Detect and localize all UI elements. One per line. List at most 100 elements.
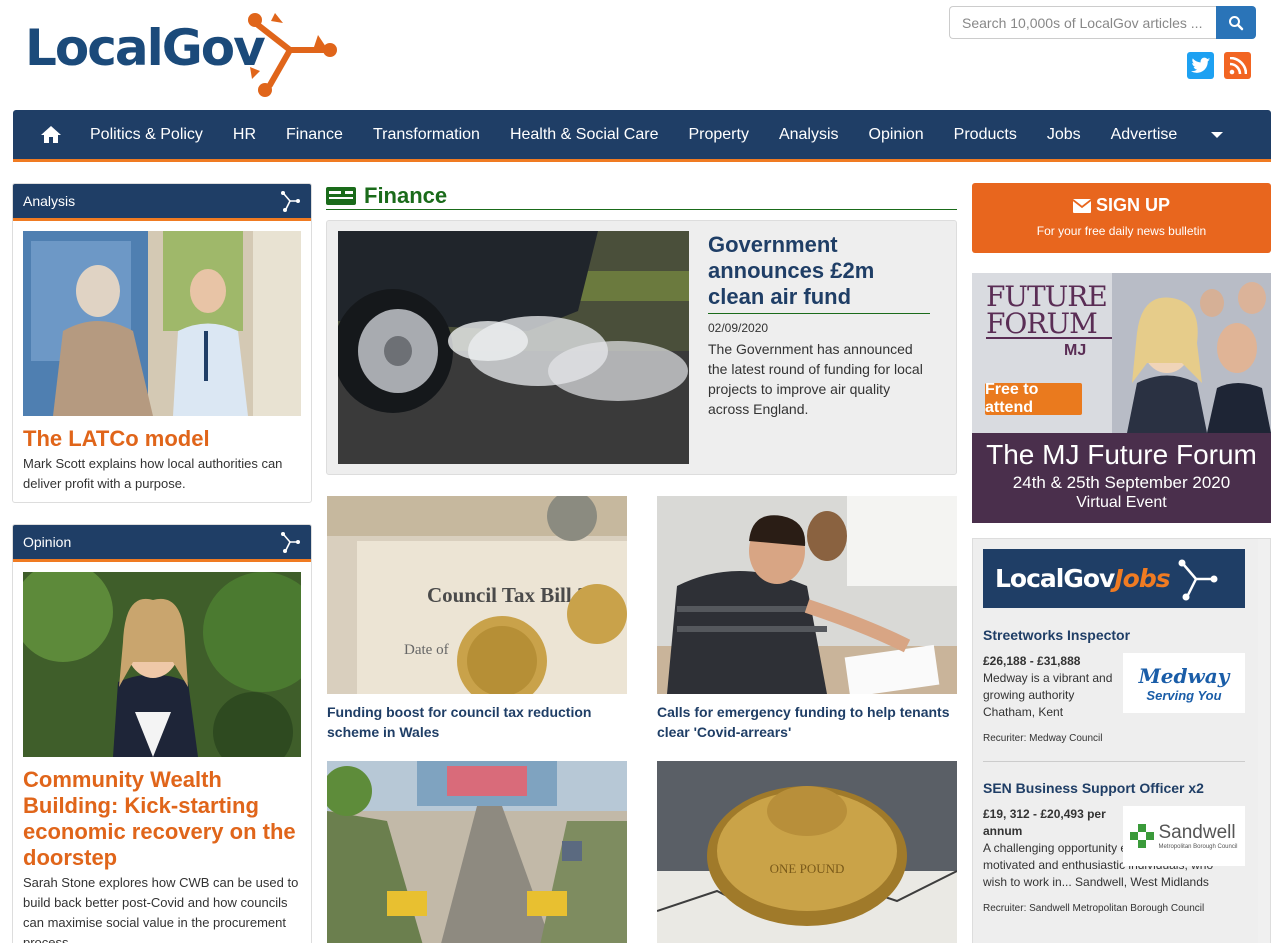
job-listing: Streetworks Inspector Medway Serving You… bbox=[983, 627, 1245, 744]
article-tile-image[interactable]: Council Tax Bill 20 Date of bbox=[327, 496, 627, 694]
signup-title-label: SIGN UP bbox=[1095, 195, 1170, 215]
job-recruiter: Recuriter: Medway Council bbox=[983, 733, 1103, 744]
ad-audience-image bbox=[1112, 273, 1271, 433]
featured-article-date: 02/09/2020 bbox=[708, 321, 769, 335]
opinion-title[interactable]: Community Wealth Building: Kick-starting… bbox=[23, 767, 301, 871]
analysis-image[interactable] bbox=[23, 231, 301, 416]
ad-event-name: The MJ Future Forum bbox=[986, 439, 1257, 470]
jobs-logo-main: LocalGov bbox=[995, 564, 1115, 593]
analysis-card-header-label: Analysis bbox=[23, 193, 76, 209]
logo-mark-icon bbox=[1178, 559, 1218, 600]
home-icon bbox=[41, 126, 61, 143]
article-tile: Council Tax Bill 20 Date of Funding boos… bbox=[327, 496, 627, 742]
nav-politics-policy[interactable]: Politics & Policy bbox=[90, 126, 203, 144]
opinion-image[interactable] bbox=[23, 572, 301, 757]
signup-button[interactable]: SIGN UP For your free daily news bulleti… bbox=[972, 183, 1271, 253]
analysis-card-header[interactable]: Analysis bbox=[13, 184, 311, 221]
ad-event-dates: 24th & 25th September 2020 bbox=[1012, 473, 1231, 492]
twitter-link[interactable] bbox=[1187, 52, 1214, 79]
ad-free-to-attend: Free to attend bbox=[985, 381, 1082, 416]
nav-hr[interactable]: HR bbox=[233, 126, 256, 144]
nav-health-social-care[interactable]: Health & Social Care bbox=[510, 126, 659, 144]
svg-text:Date of: Date of bbox=[404, 642, 449, 658]
job-recruiter: Recruiter: Sandwell Metropolitan Borough… bbox=[983, 903, 1205, 914]
logo-mark-small-icon bbox=[281, 532, 300, 553]
ad-future-forum-logo: FUTURE FORUM bbox=[986, 280, 1108, 340]
opinion-card-header[interactable]: Opinion bbox=[13, 525, 311, 562]
analysis-desc: Mark Scott explains how local authoritie… bbox=[23, 456, 283, 491]
search-icon bbox=[1229, 15, 1244, 30]
ad-top-panel: FUTURE FORUM MJ Free to attend bbox=[972, 273, 1271, 433]
opinion-card: Opinion Community Wealth Building: Kick-… bbox=[12, 524, 312, 943]
money-icon bbox=[326, 187, 356, 205]
medway-logo-tagline: Serving You bbox=[1146, 687, 1222, 703]
ad-bottom-panel: The MJ Future Forum 24th & 25th Septembe… bbox=[972, 433, 1271, 523]
finance-section-title[interactable]: Finance bbox=[364, 183, 447, 209]
nav-more-chevron-down-icon[interactable] bbox=[1211, 131, 1224, 138]
sandwell-logo-sub: Metropolitan Borough Council bbox=[1158, 844, 1238, 850]
signup-subtitle: For your free daily news bulletin bbox=[1036, 224, 1207, 238]
medway-logo-text: Medway bbox=[1138, 663, 1230, 688]
featured-article-title[interactable]: Government announces £2m clean air fund bbox=[708, 232, 930, 314]
nav-transformation[interactable]: Transformation bbox=[373, 126, 480, 144]
ad-event-type: Virtual Event bbox=[1076, 494, 1167, 511]
logo-mark-icon bbox=[248, 13, 337, 97]
nav-home[interactable] bbox=[41, 125, 63, 145]
job-title[interactable]: SEN Business Support Officer x2 bbox=[983, 780, 1245, 796]
article-tile: ONE POUND bbox=[657, 761, 957, 943]
nav-opinion[interactable]: Opinion bbox=[869, 126, 924, 144]
search-bar bbox=[949, 6, 1256, 39]
signup-title: SIGN UP bbox=[972, 195, 1271, 216]
logo-mark-small-icon bbox=[281, 191, 300, 212]
rss-icon bbox=[1229, 56, 1247, 74]
ad-mj-brand: MJ bbox=[1064, 342, 1087, 359]
future-forum-ad[interactable]: FUTURE FORUM MJ Free to attend The MJ Fu… bbox=[972, 273, 1271, 523]
analysis-title[interactable]: The LATCo model bbox=[23, 426, 301, 452]
jobs-logo-text: LocalGovJobs bbox=[995, 564, 1171, 593]
logo-text: LocalGov bbox=[25, 19, 266, 77]
ad-line1: FUTURE bbox=[986, 280, 1108, 313]
nav-advertise[interactable]: Advertise bbox=[1111, 126, 1178, 144]
article-tile: Calls for emergency funding to help tena… bbox=[657, 496, 957, 742]
nav-analysis[interactable]: Analysis bbox=[779, 126, 839, 144]
article-tile-image[interactable]: ONE POUND bbox=[657, 761, 957, 943]
jobs-scrollbar[interactable] bbox=[1258, 539, 1270, 943]
recruiter-logo-medway[interactable]: Medway Serving You bbox=[1123, 653, 1245, 713]
ad-line2: FORUM bbox=[986, 307, 1098, 340]
svg-text:ONE POUND: ONE POUND bbox=[770, 861, 845, 876]
search-input[interactable] bbox=[949, 6, 1216, 39]
rss-link[interactable] bbox=[1224, 52, 1251, 79]
recruiter-logo-sandwell[interactable]: Sandwell Metropolitan Borough Council bbox=[1123, 806, 1245, 866]
sandwell-logo-text: Sandwell bbox=[1158, 822, 1236, 843]
job-listing: SEN Business Support Officer x2 Sandwell… bbox=[983, 780, 1245, 914]
sandwell-logo-icon bbox=[1130, 824, 1155, 848]
finance-section-header: Finance bbox=[326, 183, 957, 210]
featured-article-image[interactable] bbox=[338, 231, 689, 464]
article-tile-title[interactable]: Funding boost for council tax reduction … bbox=[327, 702, 627, 742]
article-tile bbox=[327, 761, 627, 943]
article-tile-image[interactable] bbox=[327, 761, 627, 943]
nav-jobs[interactable]: Jobs bbox=[1047, 126, 1081, 144]
opinion-desc: Sarah Stone explores how CWB can be used… bbox=[23, 875, 299, 943]
job-description: Medway is a vibrant and growing authorit… bbox=[983, 671, 1113, 719]
article-tile-title[interactable]: Calls for emergency funding to help tena… bbox=[657, 702, 957, 742]
nav-property[interactable]: Property bbox=[688, 126, 748, 144]
job-title[interactable]: Streetworks Inspector bbox=[983, 627, 1245, 643]
jobs-widget: LocalGovJobs Streetworks Inspector Medwa… bbox=[972, 538, 1271, 943]
analysis-card: Analysis The LATCo model Mark Scott expl… bbox=[12, 183, 312, 503]
job-divider bbox=[983, 761, 1245, 762]
featured-article: Government announces £2m clean air fund … bbox=[326, 220, 957, 475]
featured-article-desc: The Government has announced the latest … bbox=[708, 341, 923, 417]
envelope-icon bbox=[1072, 198, 1091, 213]
nav-products[interactable]: Products bbox=[954, 126, 1017, 144]
job-salary: £19, 312 - £20,493 per annum bbox=[983, 807, 1106, 838]
article-tile-image[interactable] bbox=[657, 496, 957, 694]
twitter-icon bbox=[1190, 57, 1210, 73]
site-logo[interactable]: LocalGov bbox=[25, 5, 337, 100]
opinion-card-header-label: Opinion bbox=[23, 534, 72, 550]
localgov-jobs-logo[interactable]: LocalGovJobs bbox=[983, 549, 1245, 608]
search-button[interactable] bbox=[1216, 6, 1256, 39]
jobs-logo-accent: Jobs bbox=[1114, 564, 1170, 593]
nav-finance[interactable]: Finance bbox=[286, 126, 343, 144]
main-nav: Politics & Policy HR Finance Transformat… bbox=[13, 110, 1271, 162]
